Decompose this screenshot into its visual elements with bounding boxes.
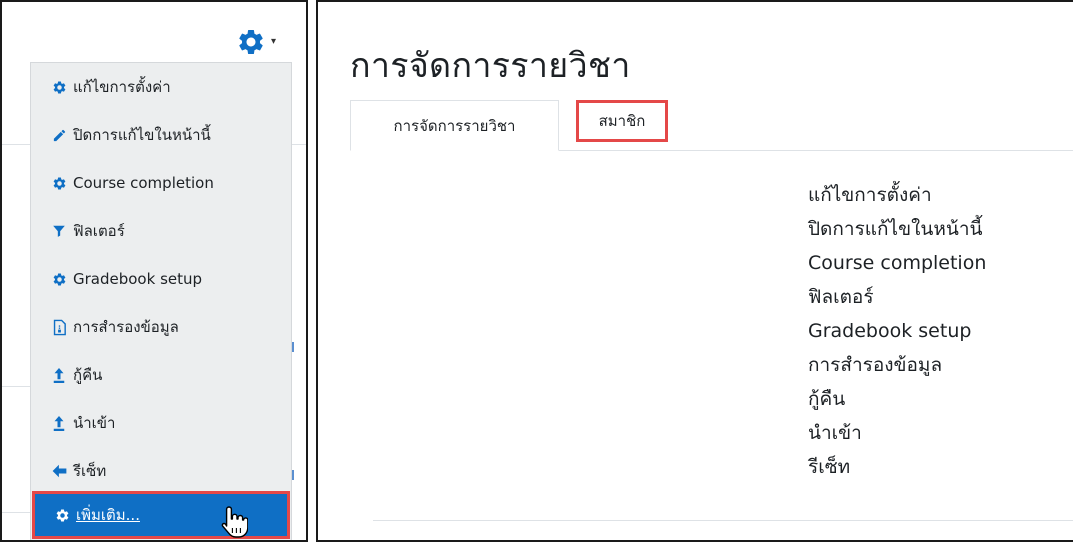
menu-item-label: เพิ่มเติม... xyxy=(76,506,140,524)
hand-cursor-icon xyxy=(220,505,249,540)
menu-item-label: การสำรองข้อมูล xyxy=(73,318,179,336)
menu-item-gradebook-setup[interactable]: Gradebook setup xyxy=(31,255,291,303)
left-arrow-icon xyxy=(51,463,67,479)
link-backup[interactable]: การสำรองข้อมูล xyxy=(808,348,986,382)
filter-icon xyxy=(51,223,67,239)
link-filters[interactable]: ฟิลเตอร์ xyxy=(808,280,986,314)
course-admin-links: แก้ไขการตั้งค่า ปิดการแก้ไขในหน้านี้ Cou… xyxy=(808,178,986,484)
menu-item-course-completion[interactable]: Course completion xyxy=(31,159,291,207)
pencil-icon xyxy=(51,127,67,143)
menu-item-edit-settings[interactable]: แก้ไขการตั้งค่า xyxy=(31,63,291,111)
upload-arrow-icon xyxy=(51,415,67,431)
settings-panel: ▾ แก้ไขการตั้งค่า ปิดการแก้ไขในหน้านี้ C… xyxy=(0,0,308,542)
chevron-down-icon: ▾ xyxy=(271,36,277,47)
menu-item-label: แก้ไขการตั้งค่า xyxy=(73,78,171,96)
menu-item-turn-editing-off[interactable]: ปิดการแก้ไขในหน้านี้ xyxy=(31,111,291,159)
link-import[interactable]: นำเข้า xyxy=(808,416,986,450)
settings-menu-toggle[interactable]: ▾ xyxy=(236,26,296,58)
gear-icon xyxy=(51,175,67,191)
link-reset[interactable]: รีเซ็ท xyxy=(808,450,986,484)
menu-item-label: รีเซ็ท xyxy=(73,462,107,480)
menu-item-label: Course completion xyxy=(73,174,214,192)
menu-item-restore[interactable]: กู้คืน xyxy=(31,351,291,399)
content-divider xyxy=(373,520,1073,521)
menu-item-label: นำเข้า xyxy=(73,414,116,432)
settings-dropdown-menu: แก้ไขการตั้งค่า ปิดการแก้ไขในหน้านี้ Cou… xyxy=(30,62,292,540)
tab-participants[interactable]: สมาชิก xyxy=(576,100,668,142)
background-divider xyxy=(2,512,30,513)
background-divider xyxy=(2,386,30,387)
link-restore[interactable]: กู้คืน xyxy=(808,382,986,416)
menu-item-reset[interactable]: รีเซ็ท xyxy=(31,447,291,495)
gear-icon xyxy=(236,27,266,57)
menu-item-label: ฟิลเตอร์ xyxy=(73,222,125,240)
page-title: การจัดการรายวิชา xyxy=(350,46,631,86)
link-edit-settings[interactable]: แก้ไขการตั้งค่า xyxy=(808,178,986,212)
course-administration-page: การจัดการรายวิชา การจัดการรายวิชา สมาชิก… xyxy=(316,0,1073,542)
menu-item-label: กู้คืน xyxy=(73,366,103,384)
menu-item-backup[interactable]: การสำรองข้อมูล xyxy=(31,303,291,351)
menu-item-label: ปิดการแก้ไขในหน้านี้ xyxy=(73,126,211,144)
menu-item-import[interactable]: นำเข้า xyxy=(31,399,291,447)
gear-icon xyxy=(54,507,70,523)
menu-item-label: Gradebook setup xyxy=(73,270,203,288)
menu-item-more[interactable]: เพิ่มเติม... xyxy=(32,491,290,539)
link-course-completion[interactable]: Course completion xyxy=(808,246,986,280)
link-turn-editing-off[interactable]: ปิดการแก้ไขในหน้านี้ xyxy=(808,212,986,246)
tab-course-administration[interactable]: การจัดการรายวิชา xyxy=(350,100,559,151)
menu-item-filters[interactable]: ฟิลเตอร์ xyxy=(31,207,291,255)
upload-arrow-icon xyxy=(51,367,67,383)
background-mark xyxy=(292,470,294,480)
background-divider xyxy=(2,144,30,145)
background-divider xyxy=(292,144,306,145)
background-mark xyxy=(292,342,294,352)
gear-icon xyxy=(51,79,67,95)
backup-file-icon xyxy=(51,319,67,335)
gear-icon xyxy=(51,271,67,287)
link-gradebook-setup[interactable]: Gradebook setup xyxy=(808,314,986,348)
